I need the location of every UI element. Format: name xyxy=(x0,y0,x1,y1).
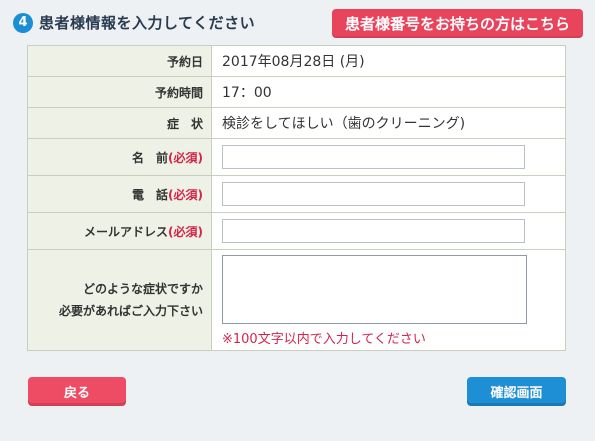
email-label-cell: メールアドレス(必須) xyxy=(27,212,212,250)
name-row: 名 前(必須) xyxy=(27,138,566,176)
details-label-cell: どのような症状ですか 必要があればご入力下さい xyxy=(27,249,212,351)
time-label: 予約時間 xyxy=(27,76,212,108)
time-row: 予約時間 17：00 xyxy=(27,76,566,108)
phone-label-cell: 電 話(必須) xyxy=(27,175,212,213)
date-row: 予約日 2017年08月28日 (月) xyxy=(27,45,566,77)
details-textarea[interactable] xyxy=(222,255,527,324)
confirm-button[interactable]: 確認画面 xyxy=(467,377,566,406)
step-title: 患者様情報を入力してください xyxy=(39,14,256,32)
phone-row: 電 話(必須) xyxy=(27,175,566,213)
phone-label: 電 話 xyxy=(132,187,169,202)
name-label: 名 前 xyxy=(132,150,169,165)
date-label: 予約日 xyxy=(27,45,212,77)
name-label-cell: 名 前(必須) xyxy=(27,138,212,176)
symptom-row: 症 状 検診をしてほしい（歯のクリーニング) xyxy=(27,107,566,139)
step-header: 4 患者様情報を入力してください xyxy=(13,12,255,33)
details-label-line2: 必要があればご入力下さい xyxy=(58,304,203,318)
back-button[interactable]: 戻る xyxy=(28,377,126,406)
phone-input[interactable] xyxy=(222,182,525,206)
symptom-value: 検診をしてほしい（歯のクリーニング) xyxy=(211,107,566,139)
step-number-badge: 4 xyxy=(13,12,33,33)
details-label-line1: どのような症状ですか xyxy=(82,282,203,296)
details-row: どのような症状ですか 必要があればご入力下さい ※100文字以内で入力してくださ… xyxy=(27,249,566,351)
required-marker: (必須) xyxy=(168,224,203,239)
patient-info-form: 予約日 2017年08月28日 (月) 予約時間 17：00 症 状 検診をして… xyxy=(27,45,566,351)
email-label: メールアドレス xyxy=(84,224,169,239)
symptom-label: 症 状 xyxy=(27,107,212,139)
details-note: ※100文字以内で入力してください xyxy=(222,332,426,347)
email-input[interactable] xyxy=(222,219,525,243)
name-input[interactable] xyxy=(222,145,525,169)
time-value: 17：00 xyxy=(211,76,566,108)
date-value: 2017年08月28日 (月) xyxy=(211,45,566,77)
email-row: メールアドレス(必須) xyxy=(27,212,566,250)
required-marker: (必須) xyxy=(168,187,203,202)
required-marker: (必須) xyxy=(168,150,203,165)
patient-number-button[interactable]: 患者様番号をお持ちの方はこちら xyxy=(332,9,583,38)
